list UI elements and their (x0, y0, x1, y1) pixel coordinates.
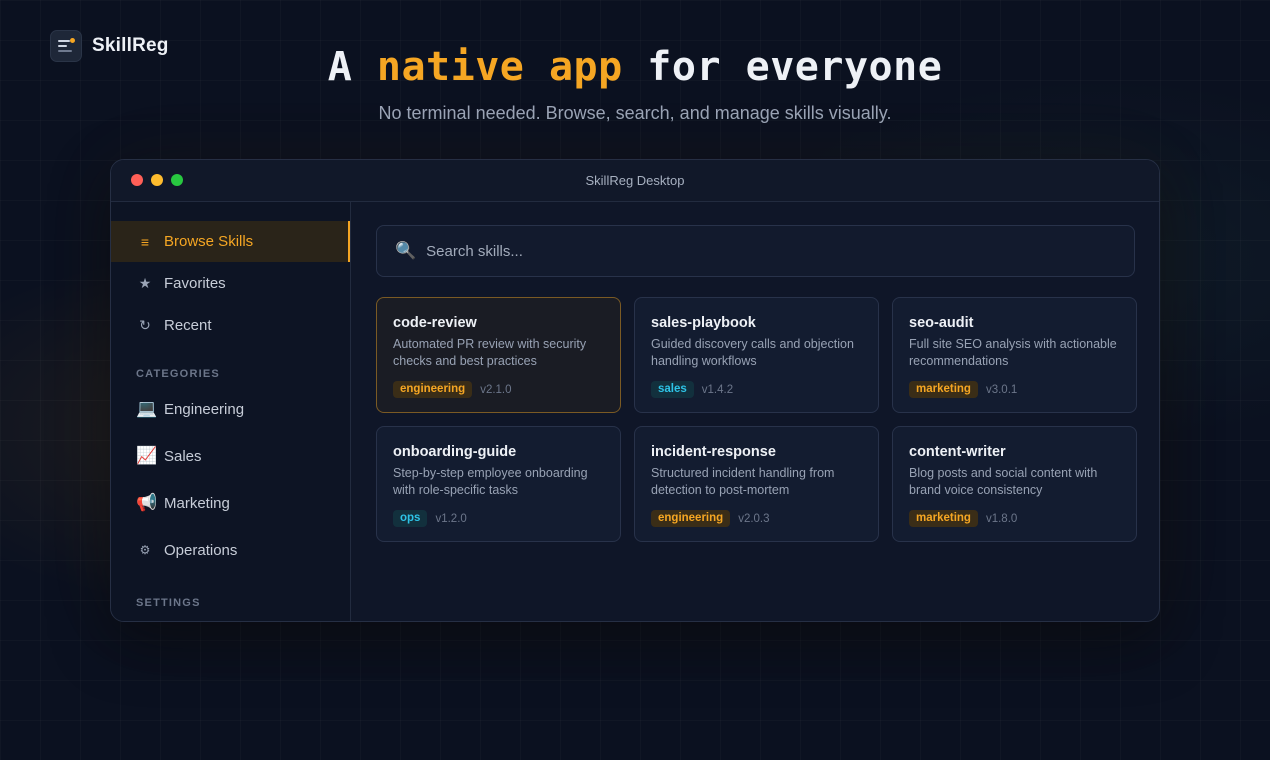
skill-card[interactable]: seo-audit Full site SEO analysis with act… (892, 297, 1137, 413)
version-label: v1.2.0 (435, 512, 467, 525)
sidebar: ≡ Browse Skills ★ Favorites ↻ Recent CATEGORI… (111, 202, 351, 621)
skill-name: onboarding-guide (393, 444, 517, 460)
category-tag: marketing (909, 510, 978, 527)
window-title: SkillReg Desktop (585, 173, 685, 188)
sidebar-item-label: Browse Skills (164, 233, 254, 250)
refresh-icon: ↻ (139, 317, 151, 333)
sidebar-category-marketing[interactable]: 📢 Marketing (111, 480, 350, 526)
skill-description: Full site SEO analysis with actionable r… (909, 337, 1117, 368)
hero-title-accent: native app (376, 44, 623, 90)
sidebar-nav: ≡ Browse Skills ★ Favorites ↻ Recent (111, 221, 350, 346)
sidebar-categories: 💻 Engineering 📈 Sales 📢 Marketing ⚙ Operations (111, 386, 350, 573)
sidebar-category-engineering[interactable]: 💻 Engineering (111, 386, 350, 432)
main-content: 🔍 code-review Automated PR review with se… (352, 202, 1159, 621)
sidebar-item-browse-skills[interactable]: ≡ Browse Skills (111, 221, 350, 262)
search-icon: 🔍 (395, 241, 417, 260)
sidebar-item-recent[interactable]: ↻ Recent (111, 305, 350, 346)
sidebar-category-operations[interactable]: ⚙ Operations (111, 527, 350, 573)
hero-title-pre: A (327, 44, 377, 90)
sidebar-category-sales[interactable]: 📈 Sales (111, 433, 350, 479)
sidebar-item-label: Recent (164, 317, 212, 334)
skill-meta: ops v1.2.0 (393, 510, 604, 527)
gear-icon: ⚙ (139, 543, 151, 557)
skill-description: Step-by-step employee onboarding with ro… (393, 466, 588, 497)
sidebar-item-favorites[interactable]: ★ Favorites (111, 263, 350, 304)
category-tag: ops (393, 510, 428, 527)
skill-meta: engineering v2.1.0 (393, 381, 604, 398)
skill-name: seo-audit (909, 315, 974, 331)
skill-meta: marketing v3.0.1 (909, 381, 1120, 398)
skill-name: content-writer (909, 444, 1006, 460)
skill-card[interactable]: code-review Automated PR review with secu… (376, 297, 621, 413)
version-label: v1.8.0 (985, 512, 1018, 525)
skill-description: Guided discovery calls and objection han… (651, 337, 854, 368)
laptop-icon: 💻 (136, 399, 158, 418)
sidebar-item-label: Favorites (164, 275, 226, 292)
skill-card[interactable]: incident-response Structured incident han… (634, 426, 879, 542)
category-tag: sales (651, 381, 694, 398)
skill-description: Structured incident handling from detect… (651, 466, 835, 497)
skill-card[interactable]: content-writer Blog posts and social cont… (892, 426, 1137, 542)
version-label: v1.4.2 (701, 383, 734, 396)
sidebar-item-label: Operations (164, 541, 238, 559)
skill-grid: code-review Automated PR review with secu… (376, 297, 1137, 542)
skill-card[interactable]: onboarding-guide Step-by-step employee on… (376, 426, 621, 542)
skill-meta: engineering v2.0.3 (651, 510, 862, 527)
chart-icon: 📈 (136, 446, 158, 465)
version-label: v3.0.1 (985, 383, 1018, 396)
skill-name: sales-playbook (651, 315, 756, 331)
version-label: v2.1.0 (480, 383, 512, 396)
skill-description: Blog posts and social content with brand… (909, 466, 1098, 497)
megaphone-icon: 📢 (136, 493, 158, 512)
skill-name: incident-response (651, 444, 776, 460)
settings-heading: SETTINGS (136, 597, 201, 609)
app-window: SkillReg Desktop ≡ Browse Skills ★ Favorite… (110, 159, 1160, 622)
version-label: v2.0.3 (738, 512, 770, 525)
hero-subtitle: No terminal needed. Browse, search, and … (378, 103, 892, 123)
hero-title-post: for everyone (622, 44, 943, 90)
search-bar[interactable]: 🔍 (376, 225, 1135, 277)
category-tag: marketing (909, 381, 978, 398)
category-tag: engineering (651, 510, 731, 527)
list-icon: ≡ (140, 233, 150, 250)
window-titlebar: SkillReg Desktop (111, 160, 1159, 202)
search-input[interactable] (426, 242, 1027, 260)
skill-description: Automated PR review with security checks… (393, 337, 587, 368)
sidebar-item-label: Marketing (164, 494, 230, 512)
hero-title: A native app for everyone (0, 44, 1270, 90)
star-icon: ★ (138, 275, 152, 291)
skill-meta: sales v1.4.2 (651, 381, 862, 398)
sidebar-item-label: Sales (164, 447, 202, 465)
skill-name: code-review (393, 315, 477, 331)
skill-meta: marketing v1.8.0 (909, 510, 1120, 527)
skill-card[interactable]: sales-playbook Guided discovery calls and… (634, 297, 879, 413)
sidebar-item-label: Engineering (164, 400, 245, 418)
category-tag: engineering (393, 381, 473, 398)
categories-heading: CATEGORIES (136, 368, 220, 380)
